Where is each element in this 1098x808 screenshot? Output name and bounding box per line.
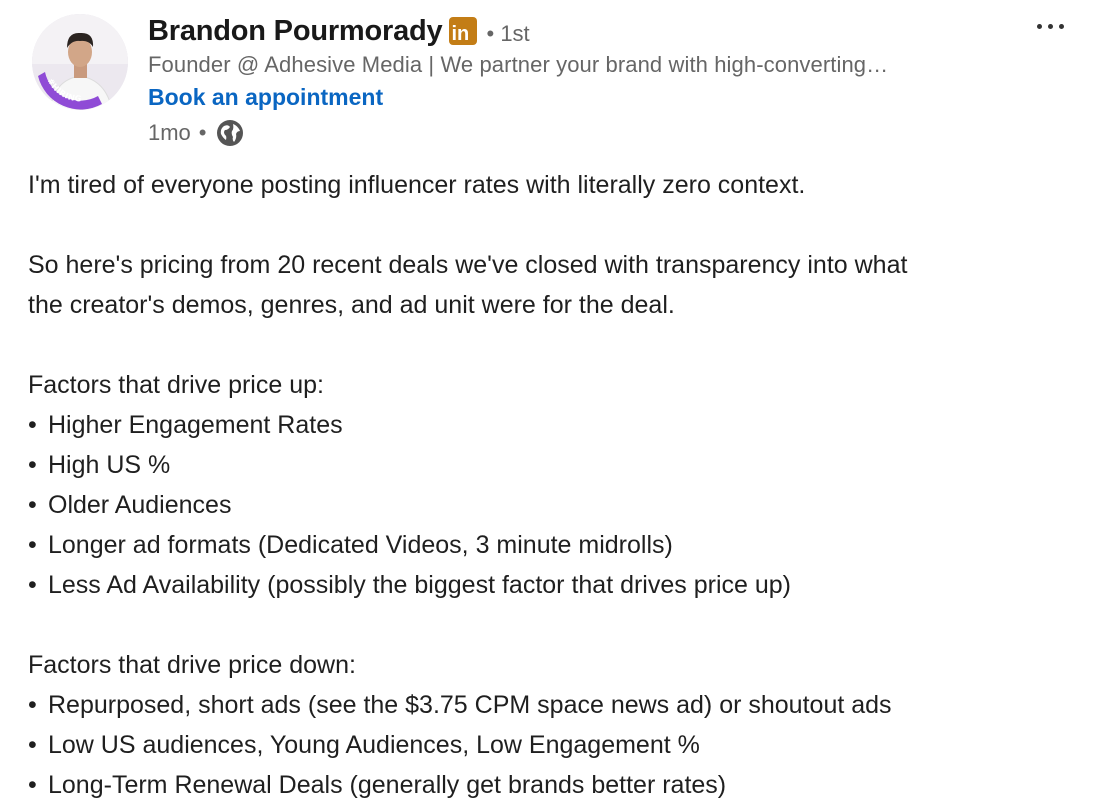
- more-options-icon: [1036, 23, 1042, 29]
- list-item-text: Less Ad Availability (possibly the bigge…: [48, 571, 791, 599]
- list-item-text: Higher Engagement Rates: [48, 411, 343, 439]
- post-body: I'm tired of everyone posting influencer…: [28, 165, 1088, 805]
- avatar-photo: #HIRING: [32, 14, 128, 110]
- bullet: •: [28, 771, 37, 799]
- more-options-button[interactable]: [1026, 10, 1074, 42]
- list-item-text: Low US audiences, Young Audiences, Low E…: [48, 731, 700, 759]
- bullet: •: [28, 571, 37, 599]
- book-appointment-link[interactable]: Book an appointment: [148, 84, 383, 111]
- author-avatar[interactable]: #HIRING: [32, 14, 128, 110]
- list-item-text: Longer ad formats (Dedicated Videos, 3 m…: [48, 531, 673, 559]
- list-item: • Longer ad formats (Dedicated Videos, 3 …: [28, 525, 1088, 565]
- list-item-text: High US %: [48, 451, 171, 479]
- linkedin-premium-icon: in: [448, 17, 477, 45]
- bullet: •: [28, 491, 37, 519]
- list-item-text: Older Audiences: [48, 491, 232, 519]
- list-item: • Low US audiences, Young Audiences, Low …: [28, 725, 1088, 765]
- linkedin-badge-text: in: [451, 23, 470, 45]
- post-meta: 1mo •: [148, 117, 245, 149]
- author-name[interactable]: Brandon Pourmorady: [148, 15, 443, 48]
- list-item: • Repurposed, short ads (see the $3.75 CP…: [28, 685, 1088, 725]
- connection-degree: • 1st: [486, 21, 530, 46]
- list-item: • Older Audiences: [28, 485, 1088, 525]
- list-item: • Higher Engagement Rates: [28, 405, 1088, 445]
- list-item-text: Long-Term Renewal Deals (generally get b…: [48, 771, 727, 799]
- globe-icon: [215, 118, 245, 148]
- bullet: •: [28, 731, 37, 759]
- post-intro: I'm tired of everyone posting influencer…: [28, 171, 806, 199]
- post-paragraph-line: So here's pricing from 20 recent deals w…: [28, 251, 908, 279]
- bullet: •: [28, 451, 37, 479]
- bullet: •: [28, 411, 37, 439]
- more-dot: [1047, 23, 1053, 29]
- post-paragraph-line: the creator's demos, genres, and ad unit…: [28, 291, 675, 319]
- list-item-text: Repurposed, short ads (see the $3.75 CPM…: [48, 691, 892, 719]
- more-dot: [1058, 23, 1064, 29]
- author-headline: Founder @ Adhesive Media | We partner yo…: [148, 52, 889, 77]
- list-item: • High US %: [28, 445, 1088, 485]
- bullet: •: [28, 531, 37, 559]
- price-down-heading: Factors that drive price down:: [28, 651, 356, 679]
- list-item: • Less Ad Availability (possibly the bigg…: [28, 565, 1088, 605]
- meta-separator: •: [198, 120, 207, 145]
- post-timestamp[interactable]: 1mo: [148, 120, 191, 146]
- bullet: •: [28, 691, 37, 719]
- price-up-heading: Factors that drive price up:: [28, 371, 324, 399]
- author-name-row: Brandon Pourmorady in • 1st: [148, 12, 530, 50]
- list-item: • Long-Term Renewal Deals (generally get …: [28, 765, 1088, 805]
- post-header: #HIRING Brandon Pourmorady in • 1st Foun…: [0, 0, 1098, 160]
